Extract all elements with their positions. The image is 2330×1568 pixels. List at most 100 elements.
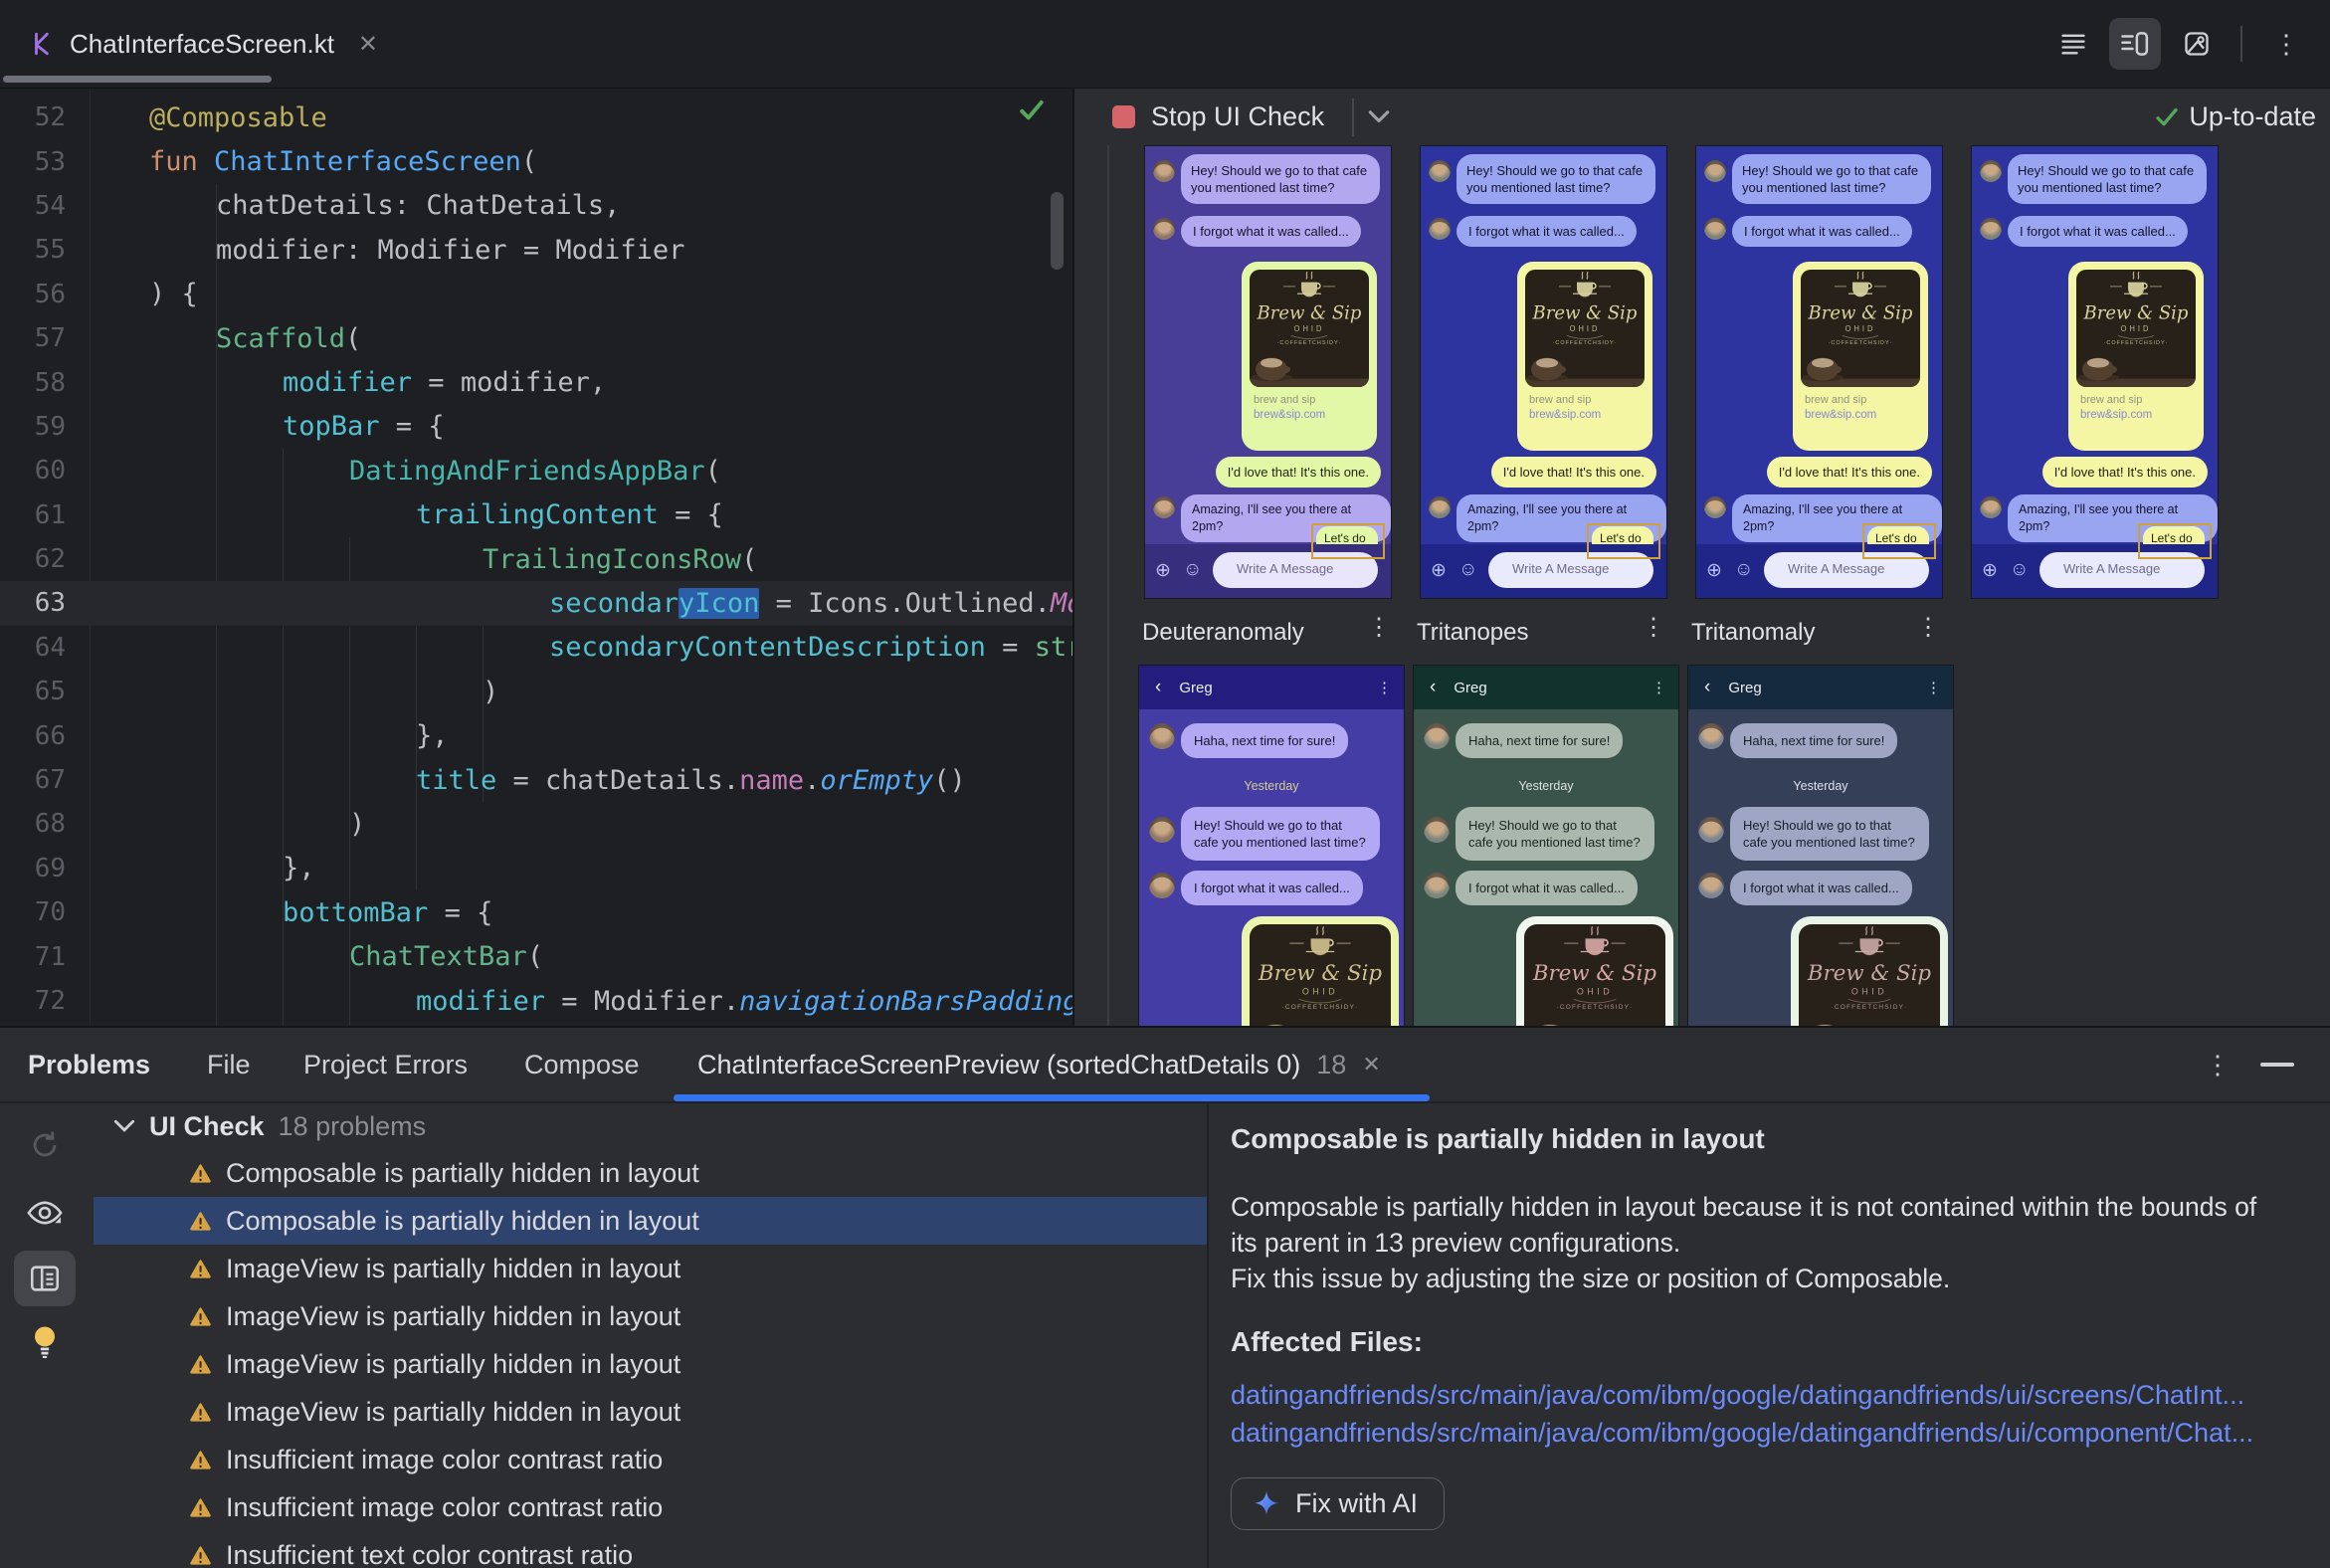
code-line[interactable]: 55 modifier: Modifier = Modifier (0, 228, 1072, 272)
problem-row[interactable]: ImageView is partially hidden in layout (94, 1340, 1207, 1388)
problem-row[interactable]: Insufficient text color contrast ratio (94, 1531, 1207, 1568)
problem-row[interactable]: Insufficient image color contrast ratio (94, 1483, 1207, 1531)
code-line[interactable]: 72 modifier = Modifier.navigationBarsPadd… (0, 979, 1072, 1023)
add-icon[interactable]: ⊕ (1982, 559, 1998, 582)
lightbulb-icon[interactable] (14, 1314, 76, 1370)
chat-bubble-out: I'd love that! It's this one. (2041, 457, 2208, 488)
avatar (1424, 723, 1450, 749)
chevron-down-icon[interactable] (1368, 109, 1390, 124)
preview-phone-row1-3[interactable]: Hey! Should we go to that cafe you menti… (1695, 145, 1943, 599)
line-number: 55 (34, 235, 66, 266)
code-editor[interactable]: 52 @Composable 53 fun ChatInterfaceScreen(5… (0, 89, 1072, 1026)
design-view-icon[interactable] (2171, 18, 2223, 70)
code-line[interactable]: 62 TrailingIconsRow( (0, 537, 1072, 581)
tab-chatinterfacescreen[interactable]: ChatInterfaceScreen.kt ✕ (0, 0, 404, 88)
warning-icon (190, 1450, 211, 1470)
problem-row[interactable]: ImageView is partially hidden in layout (94, 1292, 1207, 1340)
code-line[interactable]: 63secondaryIcon = Icons.Outlined.More (0, 581, 1072, 626)
problems-tab-project-errors[interactable]: Project Errors (303, 1028, 468, 1101)
code-line[interactable]: 60 DatingAndFriendsAppBar( (0, 449, 1072, 492)
emoji-icon[interactable]: ☺ (1734, 559, 1753, 581)
line-number: 70 (34, 897, 66, 928)
code-line[interactable]: 57 Scaffold( (0, 316, 1072, 360)
emoji-icon[interactable]: ☺ (1458, 559, 1477, 581)
card-caption: brew and sip (1254, 394, 1316, 406)
code-lines: 52 @Composable 53 fun ChatInterfaceScreen(5… (0, 96, 1072, 1026)
code-view-icon[interactable] (2047, 18, 2099, 70)
preview-phone-row1-2[interactable]: Hey! Should we go to that cafe you menti… (1420, 145, 1667, 599)
chat-bubble-out: I'd love that! It's this one. (1766, 457, 1932, 488)
code-line[interactable]: 56) { (0, 273, 1072, 316)
tab-close-icon[interactable]: ✕ (1362, 1052, 1380, 1078)
minimize-icon[interactable] (2260, 1063, 2294, 1067)
code-line[interactable]: 54 chatDetails: ChatDetails, (0, 184, 1072, 228)
link-preview-card: Brew & Sip OHID ·COFFEETCHSIDY· (1242, 916, 1399, 1027)
preview-menu-icon[interactable]: ⋮ (1916, 613, 1940, 642)
chat-menu-icon: ⋮ (1377, 680, 1392, 696)
code-line[interactable]: 59 topBar = { (0, 405, 1072, 449)
fix-with-ai-button[interactable]: Fix with AI (1231, 1477, 1446, 1530)
problem-row[interactable]: ImageView is partially hidden in layout (94, 1245, 1207, 1292)
problems-tab-chatinterfacescreenpreview-sortedchatdet[interactable]: ChatInterfaceScreenPreview (sortedChatDe… (697, 1028, 1381, 1101)
svg-text:Brew & Sip: Brew & Sip (1258, 961, 1382, 986)
code-line[interactable]: 69}, (0, 847, 1072, 890)
preview-phone-tritanomaly[interactable]: ‹ Greg ⋮ Haha, next time for sure! Yesterd… (1687, 665, 1954, 1028)
add-icon[interactable]: ⊕ (1706, 559, 1722, 582)
refresh-icon[interactable] (14, 1117, 76, 1173)
code-line[interactable]: 58 modifier = modifier, (0, 360, 1072, 404)
preview-menu-icon[interactable]: ⋮ (1367, 613, 1391, 642)
stop-ui-check-button[interactable]: Stop UI Check (1106, 100, 1330, 133)
more-options-icon[interactable]: ⋮ (2260, 18, 2312, 70)
tab-close-icon[interactable]: ✕ (358, 30, 378, 59)
chat-bubble-out: I'd love that! It's this one. (1215, 457, 1381, 488)
problem-text: ImageView is partially hidden in layout (226, 1348, 681, 1379)
code-line[interactable]: 52 @Composable (0, 96, 1072, 139)
problems-tab-compose[interactable]: Compose (524, 1028, 640, 1101)
preview-phone-deuteranomaly[interactable]: ‹ Greg ⋮ Haha, next time for sure! Yesterd… (1138, 665, 1405, 1028)
code-line[interactable]: 61 trailingContent = { (0, 493, 1072, 537)
code-line[interactable]: 70 bottomBar = { (0, 890, 1072, 934)
preview-inspection-eye-icon[interactable] (14, 1185, 76, 1241)
preview-phone-tritanopes[interactable]: ‹ Greg ⋮ Haha, next time for sure! Yesterd… (1413, 665, 1679, 1028)
problem-row[interactable]: Insufficient image color contrast ratio (94, 1436, 1207, 1483)
inspection-ok-icon[interactable] (1019, 98, 1045, 122)
list-detail-divider[interactable] (1207, 1103, 1209, 1568)
fix-with-ai-label: Fix with AI (1295, 1488, 1419, 1518)
emoji-icon[interactable]: ☺ (2010, 559, 2029, 581)
problem-row[interactable]: ImageView is partially hidden in layout (94, 1388, 1207, 1436)
split-view-icon[interactable] (2109, 18, 2161, 70)
affected-file-link[interactable]: datingandfriends/src/main/java/com/ibm/g… (1231, 1376, 2310, 1414)
code-line[interactable]: 65) (0, 670, 1072, 713)
problem-row[interactable]: Composable is partially hidden in layout (94, 1149, 1207, 1197)
ui-check-issue-highlight (2138, 523, 2212, 559)
emoji-icon[interactable]: ☺ (1183, 559, 1202, 581)
problems-tab-file[interactable]: File (207, 1028, 251, 1101)
line-number: 61 (34, 499, 66, 530)
preview-phone-row1-4[interactable]: Hey! Should we go to that cafe you menti… (1971, 145, 2219, 599)
affected-file-link[interactable]: datingandfriends/src/main/java/com/ibm/g… (1231, 1414, 2310, 1452)
problems-group-row[interactable]: UI Check 18 problems (94, 1103, 1207, 1149)
affected-files-label: Affected Files: (1231, 1326, 1423, 1357)
up-to-date-status: Up-to-date (2155, 89, 2316, 145)
problems-more-icon[interactable]: ⋮ (2205, 1050, 2231, 1080)
details-panel-icon[interactable] (14, 1251, 76, 1306)
code-line[interactable]: 68) (0, 802, 1072, 846)
avatar (1149, 873, 1175, 898)
svg-text:OHID: OHID (1302, 987, 1338, 997)
preview-phone-row1-1[interactable]: Hey! Should we go to that cafe you menti… (1144, 145, 1392, 599)
chevron-down-icon[interactable] (113, 1118, 135, 1134)
code-line[interactable]: 53 fun ChatInterfaceScreen( (0, 139, 1072, 183)
code-line[interactable]: 71 ChatTextBar( (0, 934, 1072, 978)
code-line[interactable]: 67 title = chatDetails.name.orEmpty() (0, 758, 1072, 802)
editor-scrollbar[interactable] (1051, 192, 1064, 270)
preview-menu-icon[interactable]: ⋮ (1642, 613, 1665, 642)
add-icon[interactable]: ⊕ (1155, 559, 1171, 582)
kotlin-file-icon (35, 32, 49, 56)
preview-scrollbar-track[interactable] (1107, 145, 1109, 1026)
code-line[interactable]: 64secondaryContentDescription = strin (0, 626, 1072, 670)
problem-row[interactable]: Composable is partially hidden in layout (94, 1197, 1207, 1245)
problems-tab-problems[interactable]: Problems (28, 1028, 150, 1101)
toolbar-separator (2240, 26, 2242, 62)
add-icon[interactable]: ⊕ (1431, 559, 1447, 582)
code-line[interactable]: 66}, (0, 713, 1072, 757)
